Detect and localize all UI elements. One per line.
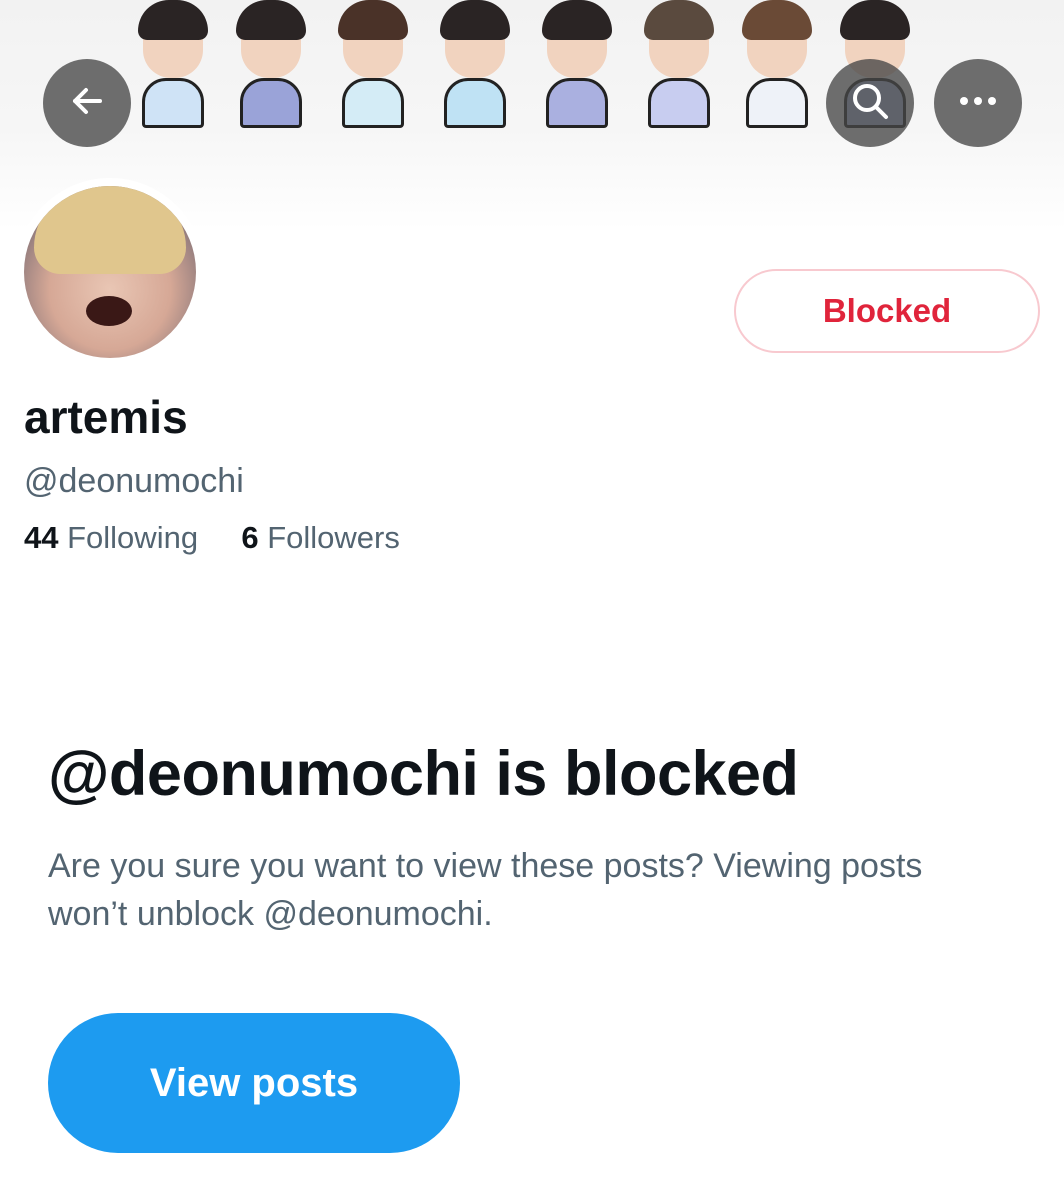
display-name: artemis [24,391,188,443]
banner-sticker [334,0,412,128]
search-button[interactable] [826,59,914,147]
following-label: Following [67,520,199,555]
banner-sticker [232,0,310,128]
more-button[interactable] [934,59,1022,147]
search-icon [849,80,891,127]
banner-sticker [134,0,212,128]
follow-stats: 44 Following 6 Followers [24,520,400,556]
following-link[interactable]: 44 Following [24,520,207,555]
avatar-photo [24,186,196,358]
more-horizontal-icon [958,94,998,112]
profile-handle: @deonumochi [24,462,244,500]
arrow-left-icon [67,81,107,126]
profile-page: Blocked artemis @deonumochi 44 Following… [0,0,1064,1200]
following-count: 44 [24,520,59,555]
blocked-button[interactable]: Blocked [734,269,1040,353]
banner-sticker [436,0,514,128]
followers-count: 6 [241,520,259,555]
blocked-notice-description: Are you sure you want to view these post… [48,847,923,933]
avatar[interactable] [16,178,204,366]
view-posts-button[interactable]: View posts [48,1013,460,1153]
back-button[interactable] [43,59,131,147]
banner-sticker [640,0,718,128]
blocked-notice-title: @deonumochi is blocked [48,739,799,809]
banner-sticker [738,0,816,128]
followers-link[interactable]: 6 Followers [241,520,400,555]
banner-sticker [538,0,616,128]
followers-label: Followers [267,520,400,555]
